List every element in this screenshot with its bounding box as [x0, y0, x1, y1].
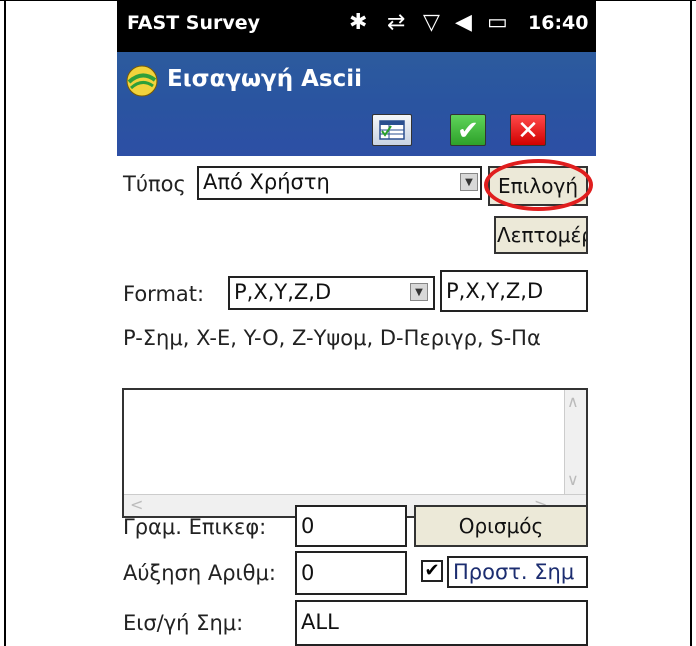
- app-name[interactable]: FAST Survey: [127, 12, 260, 34]
- table-icon: [379, 120, 405, 140]
- define-button[interactable]: Ορισμός: [414, 505, 588, 547]
- add-point-label-box[interactable]: Προστ. Σημ: [447, 556, 588, 588]
- bluetooth-icon[interactable]: ✱: [349, 10, 367, 35]
- close-icon: ✕: [517, 116, 539, 146]
- import-points-label: Εισ/γή Σημ:: [123, 611, 244, 635]
- type-dropdown-arrow-icon[interactable]: ▼: [460, 173, 478, 191]
- device-screen: FAST Survey ✱ ⇄ ▽ ◀ ▭ 16:40 Εισαγωγή Asc…: [117, 0, 596, 646]
- scroll-up-icon[interactable]: ∧: [567, 392, 579, 411]
- type-label: Τύπος: [123, 172, 186, 196]
- increment-input[interactable]: 0: [295, 551, 407, 595]
- table-view-button[interactable]: [372, 114, 412, 146]
- no-signal-icon[interactable]: ▽: [423, 10, 440, 35]
- format-value: P,X,Y,Z,D: [234, 280, 332, 304]
- increment-label: Αύξηση Αριθμ:: [123, 561, 276, 585]
- add-point-checkbox[interactable]: ✔: [421, 560, 443, 582]
- type-value: Από Χρήστη: [203, 170, 330, 194]
- format-dropdown[interactable]: P,X,Y,Z,D: [228, 276, 435, 310]
- ok-button[interactable]: ✔: [450, 114, 486, 146]
- format-legend: P-Σημ, X-E, Y-O, Z-Υψομ, D-Περιγρ, S-Πα: [123, 326, 541, 350]
- add-point-label: Προστ. Σημ: [453, 560, 575, 584]
- cancel-button[interactable]: ✕: [510, 114, 546, 146]
- increment-value: 0: [301, 561, 315, 585]
- dialog-title: Εισαγωγή Ascii: [167, 66, 362, 92]
- header-lines-input[interactable]: 0: [295, 505, 407, 547]
- frame-left-line: [4, 0, 6, 646]
- clock[interactable]: 16:40: [528, 12, 588, 34]
- details-button[interactable]: Λεπτομέρ: [494, 216, 588, 254]
- frame-right-line: [690, 0, 692, 646]
- sync-icon[interactable]: ⇄: [387, 10, 405, 35]
- details-label: Λεπτομέρ: [496, 223, 588, 247]
- format-label: Format:: [123, 282, 205, 306]
- status-bar: FAST Survey ✱ ⇄ ▽ ◀ ▭ 16:40: [117, 0, 596, 52]
- check-icon: ✔: [457, 116, 479, 146]
- scroll-down-icon[interactable]: ∨: [567, 470, 579, 489]
- type-dropdown[interactable]: Από Χρήστη: [197, 166, 482, 200]
- header-lines-label: Γραμ. Επικεφ:: [123, 515, 267, 539]
- title-bar: Εισαγωγή Ascii ✔ ✕: [117, 52, 596, 156]
- preview-listbox[interactable]: ∧ ∨ < >: [122, 388, 588, 518]
- format-text-value: P,X,Y,Z,D: [446, 279, 544, 303]
- highlight-circle: [484, 159, 593, 211]
- format-text-field[interactable]: P,X,Y,Z,D: [440, 270, 588, 312]
- header-lines-value: 0: [301, 514, 315, 538]
- scroll-left-icon[interactable]: <: [130, 495, 143, 514]
- format-dropdown-arrow-icon[interactable]: ▼: [410, 283, 428, 301]
- volume-icon[interactable]: ◀: [455, 10, 472, 35]
- import-points-input[interactable]: ALL: [295, 600, 588, 646]
- app-logo-icon: [126, 65, 158, 97]
- battery-icon[interactable]: ▭: [487, 10, 508, 35]
- import-points-value: ALL: [301, 610, 339, 634]
